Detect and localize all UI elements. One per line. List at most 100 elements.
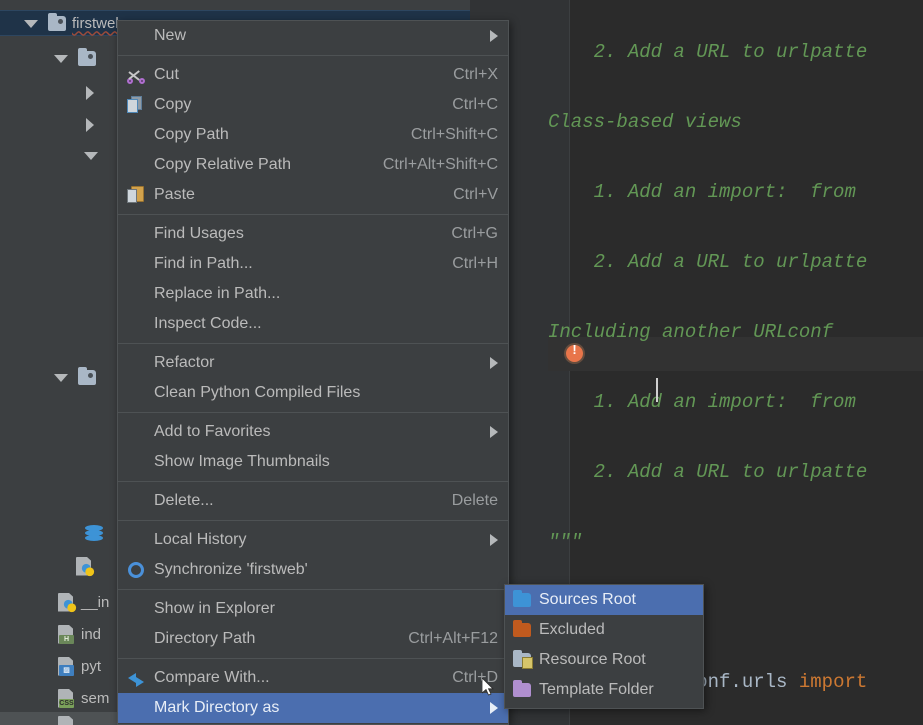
submenu-item-label: Excluded — [539, 621, 605, 638]
code-line-triple-quote: """ — [548, 531, 583, 553]
menu-item-label: Delete... — [154, 492, 214, 509]
code-line: 2. Add a URL to urlpatte — [548, 251, 868, 273]
submenu-item-sources-root[interactable]: Sources Root — [505, 585, 703, 615]
menu-item-label: Directory Path — [154, 630, 256, 647]
menu-item-show-in-explorer[interactable]: Show in Explorer — [118, 594, 508, 624]
html-badge: H — [59, 634, 74, 644]
database-icon — [85, 525, 103, 541]
menu-item-delete[interactable]: Delete... Delete — [118, 486, 508, 516]
menu-item-refactor[interactable]: Refactor — [118, 348, 508, 378]
submenu-item-label: Template Folder — [539, 681, 654, 698]
menu-item-label: Copy — [154, 96, 192, 113]
compare-icon — [126, 668, 146, 688]
arrow-down-icon[interactable] — [82, 147, 98, 163]
menu-item-clean-python-compiled-files[interactable]: Clean Python Compiled Files — [118, 378, 508, 408]
menu-separator — [118, 520, 508, 521]
chevron-right-icon — [490, 702, 498, 714]
context-menu[interactable]: New Cut Ctrl+X Copy Ctrl+C Copy Path Ctr… — [117, 20, 509, 725]
menu-item-shortcut: Ctrl+X — [453, 66, 498, 83]
menu-item-label: Find Usages — [154, 225, 244, 242]
menu-item-directory-path[interactable]: Directory Path Ctrl+Alt+F12 — [118, 624, 508, 654]
folder-icon — [48, 12, 66, 31]
code-line: 1. Add an import: from — [548, 181, 868, 203]
menu-item-cut[interactable]: Cut Ctrl+X — [118, 60, 508, 90]
arrow-down-icon[interactable] — [52, 369, 68, 385]
python-logo-icon — [63, 599, 77, 612]
menu-item-label: Find in Path... — [154, 255, 253, 272]
arrow-right-icon[interactable] — [82, 115, 98, 132]
python-file-icon — [58, 592, 77, 612]
tree-item-label: __in — [81, 593, 110, 611]
arrow-down-icon[interactable] — [52, 50, 68, 66]
image-file-icon: ▨ — [58, 656, 75, 676]
menu-item-inspect-code[interactable]: Inspect Code... — [118, 309, 508, 339]
menu-separator — [118, 658, 508, 659]
menu-item-find-usages[interactable]: Find Usages Ctrl+G — [118, 219, 508, 249]
css-file-icon: CSS — [58, 688, 75, 708]
menu-separator — [118, 481, 508, 482]
menu-item-label: Synchronize 'firstweb' — [154, 561, 308, 578]
menu-item-label: Cut — [154, 66, 179, 83]
menu-item-compare-with[interactable]: Compare With... Ctrl+D — [118, 663, 508, 693]
folder-excluded-icon — [513, 620, 531, 637]
chevron-right-icon — [490, 426, 498, 438]
code-line: 2. Add a URL to urlpatte — [548, 461, 868, 483]
menu-item-label: Replace in Path... — [154, 285, 281, 302]
menu-item-find-in-path[interactable]: Find in Path... Ctrl+H — [118, 249, 508, 279]
menu-separator — [118, 55, 508, 56]
menu-item-shortcut: Ctrl+H — [452, 255, 498, 272]
menu-item-copy-relative-path[interactable]: Copy Relative Path Ctrl+Alt+Shift+C — [118, 150, 508, 180]
submenu-item-resource-root[interactable]: Resource Root — [505, 645, 703, 675]
ide-window: firstweb __in H ind ▨ pyt CSS sem ! 2. A… — [0, 0, 923, 725]
arrow-down-icon[interactable] — [22, 15, 38, 31]
menu-item-paste[interactable]: Paste Ctrl+V — [118, 180, 508, 210]
menu-item-local-history[interactable]: Local History — [118, 525, 508, 555]
menu-item-shortcut: Ctrl+Alt+Shift+C — [382, 156, 498, 173]
keyword-import: import — [798, 671, 868, 693]
menu-separator — [118, 589, 508, 590]
submenu-item-template-folder[interactable]: Template Folder — [505, 675, 703, 705]
menu-item-add-to-favorites[interactable]: Add to Favorites — [118, 417, 508, 447]
menu-item-synchronize[interactable]: Synchronize 'firstweb' — [118, 555, 508, 585]
menu-item-label: Show in Explorer — [154, 600, 275, 617]
menu-item-label: Paste — [154, 186, 195, 203]
menu-item-label: Mark Directory as — [154, 699, 280, 716]
menu-item-label: New — [154, 27, 187, 44]
folder-sources-icon — [513, 590, 531, 607]
folder-template-icon — [513, 680, 531, 697]
menu-item-replace-in-path[interactable]: Replace in Path... — [118, 279, 508, 309]
tree-item-label: sem — [81, 689, 110, 707]
menu-item-label: Add to Favorites — [154, 423, 271, 440]
submenu-item-label: Sources Root — [539, 591, 636, 608]
menu-item-show-image-thumbnails[interactable]: Show Image Thumbnails — [118, 447, 508, 477]
submenu-item-label: Resource Root — [539, 651, 646, 668]
code-line: 2. Add a URL to urlpatte — [548, 41, 868, 63]
menu-item-label: Copy Path — [154, 126, 229, 143]
tree-item-label: pyt — [81, 657, 102, 675]
menu-item-shortcut: Delete — [451, 492, 498, 509]
html-file-icon: H — [58, 624, 75, 644]
menu-item-copy[interactable]: Copy Ctrl+C — [118, 90, 508, 120]
paste-icon — [126, 185, 146, 205]
menu-item-mark-directory-as[interactable]: Mark Directory as — [118, 693, 508, 723]
folder-icon — [78, 366, 96, 385]
menu-separator — [118, 412, 508, 413]
tree-item-label: ind — [81, 625, 102, 643]
text-caret — [656, 378, 658, 402]
menu-item-copy-path[interactable]: Copy Path Ctrl+Shift+C — [118, 120, 508, 150]
menu-item-label: Local History — [154, 531, 247, 548]
submenu-item-excluded[interactable]: Excluded — [505, 615, 703, 645]
menu-item-shortcut: Ctrl+Shift+C — [410, 126, 498, 143]
menu-item-new[interactable]: New — [118, 21, 508, 51]
code-line: Including another URLconf — [548, 321, 834, 343]
code-line: 1. Add an import: from — [548, 391, 868, 413]
chevron-right-icon — [490, 30, 498, 42]
mark-directory-as-submenu[interactable]: Sources Root Excluded Resource Root Temp… — [504, 584, 704, 709]
menu-item-label: Show Image Thumbnails — [154, 453, 330, 470]
mouse-pointer-icon — [482, 678, 494, 696]
menu-item-shortcut: Ctrl+V — [453, 186, 498, 203]
folder-icon — [78, 47, 96, 66]
arrow-right-icon[interactable] — [82, 83, 98, 100]
cut-icon — [126, 65, 146, 85]
chevron-right-icon — [490, 357, 498, 369]
